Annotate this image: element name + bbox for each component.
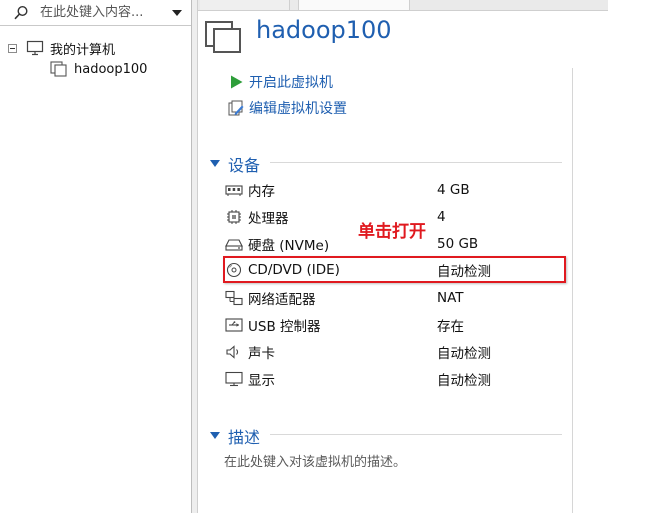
devices-section-header[interactable]: 设备 xyxy=(210,152,260,176)
tree-item-label: hadoop100 xyxy=(74,61,148,77)
power-on-label: 开启此虚拟机 xyxy=(249,75,333,91)
device-name: 内存 xyxy=(248,184,275,200)
device-name: 显示 xyxy=(248,373,275,389)
pane-divider xyxy=(197,0,198,513)
play-icon xyxy=(231,75,243,89)
search-input[interactable] xyxy=(40,3,166,22)
section-divider xyxy=(270,434,562,435)
cd-dvd-highlight-box xyxy=(223,256,566,283)
device-value: NAT xyxy=(437,290,464,306)
device-row-display[interactable]: 显示 自动检测 xyxy=(224,368,564,390)
edit-vm-settings-button[interactable]: 编辑虚拟机设置 xyxy=(228,98,347,118)
tab-hadoop100[interactable] xyxy=(298,0,410,10)
device-row-network-adapter[interactable]: 网络适配器 NAT xyxy=(224,287,564,309)
device-name: 网络适配器 xyxy=(248,292,316,308)
hard-disk-icon xyxy=(225,239,243,251)
vm-title: hadoop100 xyxy=(256,16,392,44)
tree-item-my-computer[interactable]: 我的计算机 xyxy=(8,38,115,58)
device-value: 4 GB xyxy=(437,182,470,198)
network-adapter-icon xyxy=(225,290,243,306)
search-icon[interactable] xyxy=(13,5,29,21)
edit-settings-icon xyxy=(228,100,244,116)
library-pane: 我的计算机 hadoop100 xyxy=(0,0,191,513)
device-row-memory[interactable]: 内存 4 GB xyxy=(224,179,564,201)
content-edge xyxy=(572,68,573,513)
virtual-machine-icon xyxy=(50,61,67,77)
speaker-icon xyxy=(226,345,239,359)
chevron-down-icon[interactable] xyxy=(170,6,184,20)
virtual-machine-icon xyxy=(205,21,241,53)
devices-section-title: 设备 xyxy=(228,156,261,175)
device-value: 4 xyxy=(437,209,446,225)
click-to-open-annotation: 单击打开 xyxy=(358,222,426,242)
description-section-title: 描述 xyxy=(228,428,261,447)
device-row-usb-controller[interactable]: USB 控制器 存在 xyxy=(224,314,564,336)
edit-settings-label: 编辑虚拟机设置 xyxy=(249,101,347,117)
device-row-sound-card[interactable]: 声卡 自动检测 xyxy=(224,341,564,363)
display-icon xyxy=(225,371,243,387)
device-name: 声卡 xyxy=(248,346,275,362)
description-placeholder[interactable]: 在此处键入对该虚拟机的描述。 xyxy=(224,451,406,470)
collapse-arrow-icon[interactable] xyxy=(210,160,220,168)
device-value: 50 GB xyxy=(437,236,479,252)
collapse-icon[interactable] xyxy=(8,43,17,53)
library-search-box[interactable] xyxy=(0,0,191,26)
tab-home[interactable] xyxy=(200,0,290,10)
section-divider xyxy=(270,162,562,163)
processor-icon xyxy=(227,210,241,224)
computer-icon xyxy=(26,40,44,56)
power-on-vm-button[interactable]: 开启此虚拟机 xyxy=(228,72,333,92)
device-value: 存在 xyxy=(437,319,464,335)
tree-item-label: 我的计算机 xyxy=(50,42,116,58)
device-value: 自动检测 xyxy=(437,373,491,389)
description-section-header[interactable]: 描述 xyxy=(210,424,260,448)
memory-icon xyxy=(225,185,243,196)
tree-item-hadoop100[interactable]: hadoop100 xyxy=(50,59,147,79)
collapse-arrow-icon[interactable] xyxy=(210,432,220,440)
usb-icon xyxy=(225,318,243,332)
device-name: USB 控制器 xyxy=(248,319,321,335)
device-value: 自动检测 xyxy=(437,346,491,362)
